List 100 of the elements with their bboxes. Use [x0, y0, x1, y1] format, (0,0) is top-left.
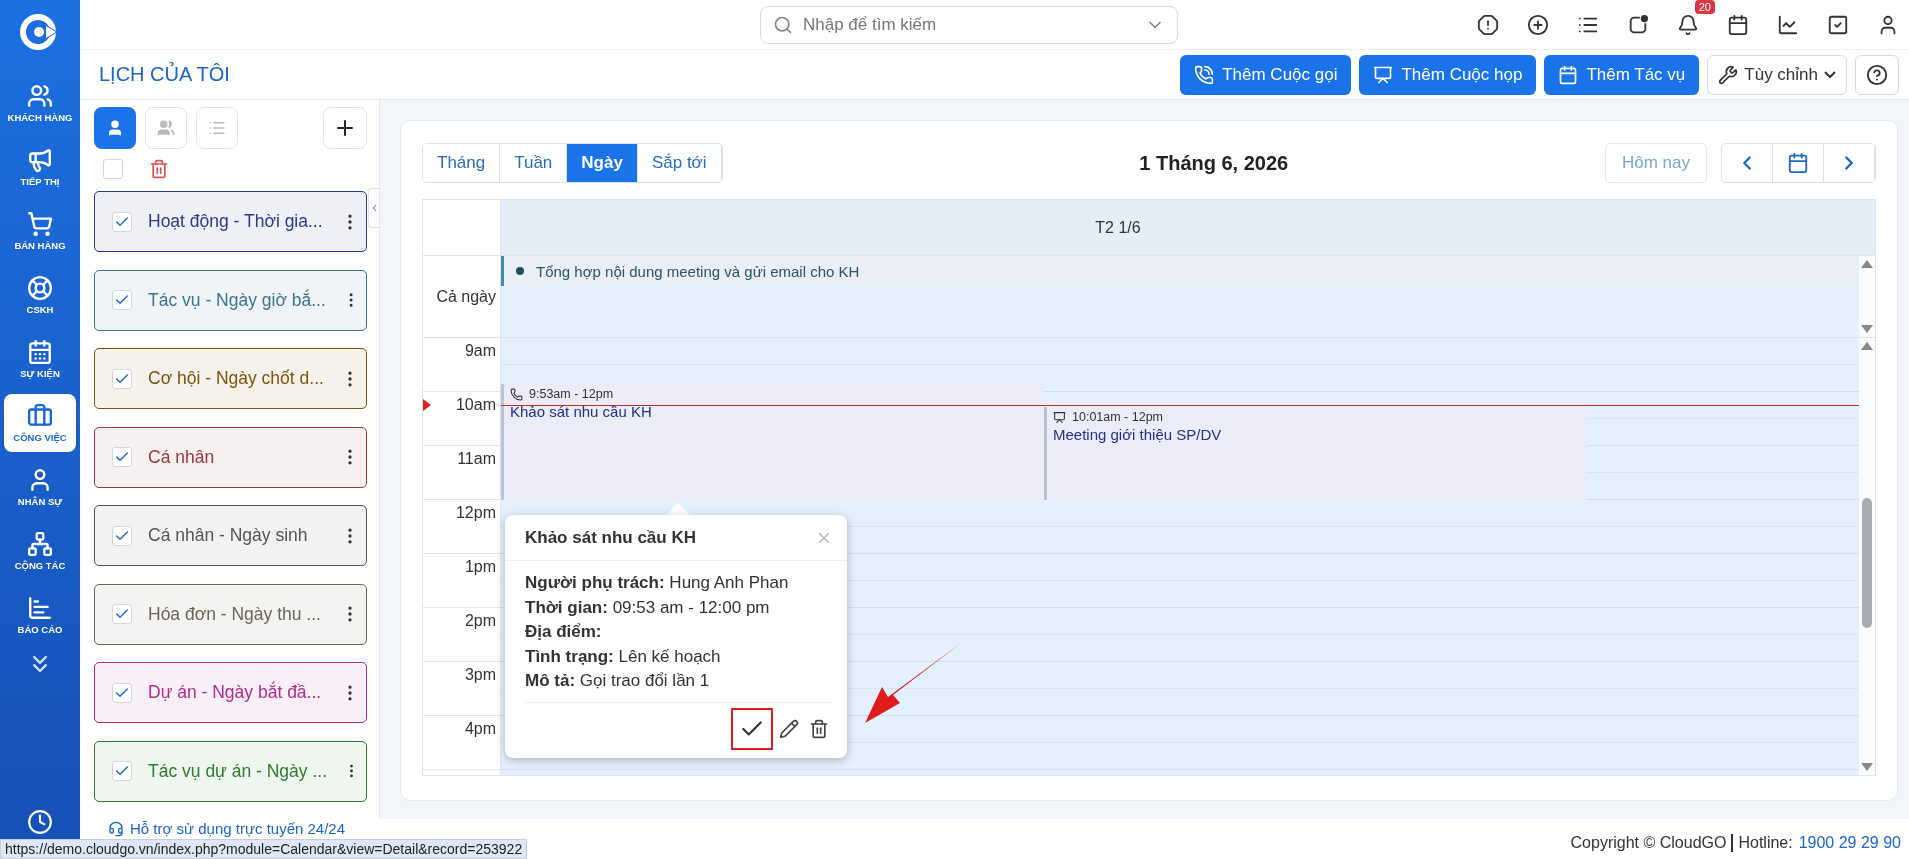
view-tab[interactable]: Ngày — [567, 144, 638, 182]
mark-done-button[interactable] — [731, 707, 773, 750]
add-action-button[interactable]: Thêm Tác vụ — [1544, 54, 1700, 95]
scroll-down-icon[interactable] — [1861, 763, 1873, 771]
user-icon — [106, 119, 124, 137]
detail-line: Mô tả: Gọi trao đổi lần 1 — [525, 670, 711, 692]
select-all-checkbox[interactable] — [103, 159, 123, 179]
add-action-button[interactable]: Thêm Cuộc họp — [1359, 54, 1537, 95]
clock-icon[interactable] — [27, 809, 53, 835]
calendar-checkbox[interactable] — [112, 761, 132, 781]
url-tooltip: https://demo.cloudgo.vn/index.php?module=Calendar&view=Detail&record=253922 — [0, 839, 528, 859]
scroll-down-icon[interactable] — [1861, 325, 1873, 333]
view-toggle-button[interactable] — [94, 107, 136, 149]
detail-line: Tình trạng: Lên kế hoạch — [525, 645, 722, 668]
hour-label: 11am — [423, 446, 500, 500]
calendar-icon — [27, 339, 53, 365]
view-toggle-button[interactable] — [145, 107, 187, 149]
list-icon — [208, 119, 226, 137]
detail-line: Địa điểm: — [525, 621, 603, 643]
view-toggle-button[interactable] — [196, 107, 238, 149]
help-button[interactable] — [1855, 54, 1899, 95]
scroll-thumb[interactable] — [1862, 498, 1872, 628]
calendar-checkbox[interactable] — [112, 447, 132, 467]
nav-item[interactable]: CÔNG VIỆC — [4, 394, 76, 452]
calendar-checkbox[interactable] — [112, 525, 132, 546]
nav-item[interactable]: CSKH — [4, 266, 76, 324]
calendar-icon — [1558, 64, 1579, 85]
notification-count: 20 — [1694, 0, 1715, 14]
calendar-title: 1 Tháng 6, 2026 — [1138, 151, 1290, 175]
hour-label: 1pm — [423, 554, 500, 608]
bell-icon — [1677, 13, 1699, 36]
customize-button[interactable]: Tùy chỉnh — [1707, 54, 1847, 95]
event-time: 10:01am - 12pm — [1072, 410, 1164, 424]
users-icon — [27, 83, 53, 109]
plus-icon — [1527, 13, 1549, 36]
pencil-icon — [779, 718, 799, 739]
line-chart-icon — [1777, 13, 1799, 36]
delete-icon[interactable] — [149, 159, 169, 179]
page-title: LỊCH CỦA TÔI — [99, 63, 230, 86]
nav-item[interactable]: KHÁCH HÀNG — [4, 74, 76, 132]
search-icon — [773, 14, 793, 35]
calendar-item[interactable]: Cơ hội - Ngày chốt d... — [94, 348, 367, 409]
view-tab[interactable]: Tháng — [423, 144, 501, 182]
calendar-checkbox[interactable] — [112, 682, 132, 703]
calendar-checkbox[interactable] — [112, 211, 132, 232]
dot-icon — [516, 267, 524, 275]
nav-item[interactable]: BÁN HÀNG — [4, 202, 76, 260]
add-action-button[interactable]: Thêm Cuộc gọi — [1180, 54, 1352, 95]
org-chart-icon — [27, 531, 53, 557]
scrollbar[interactable] — [1859, 256, 1875, 337]
current-time-marker — [423, 399, 431, 411]
calendar-item[interactable]: Tác vụ - Ngày giờ bắ... — [94, 269, 367, 331]
nav-item[interactable]: SỰ KIỆN — [4, 330, 76, 388]
calendar-checkbox[interactable] — [112, 290, 132, 310]
day-header: T2 1/6 — [501, 200, 1875, 256]
calendar-checkbox[interactable] — [112, 368, 132, 389]
calendar-name: Hóa đơn - Ngày thu ... — [148, 603, 322, 625]
calendar-name: Tác vụ - Ngày giờ bắ... — [148, 289, 326, 311]
nav-item[interactable]: CỘNG TÁC — [4, 522, 76, 580]
event-title: Meeting giới thiệu SP/DV — [1053, 426, 1223, 443]
hour-label: 2pm — [423, 608, 500, 662]
scroll-up-icon[interactable] — [1861, 342, 1873, 350]
calendar-name: Cá nhân — [148, 446, 216, 468]
calendar-item[interactable]: Hóa đơn - Ngày thu ... — [94, 583, 367, 645]
nav-item[interactable]: TIẾP THỊ — [4, 138, 76, 196]
nav-item[interactable]: BÁO CÁO — [4, 586, 76, 644]
calendar-name: Cá nhân - Ngày sinh — [148, 525, 309, 546]
help-icon — [1866, 63, 1888, 86]
calendar-item[interactable]: Dự án - Ngày bắt đầ... — [94, 662, 367, 723]
calendar-item[interactable]: Cá nhân — [94, 426, 367, 488]
hotline-label: Hotline: — [1738, 834, 1793, 852]
search-input[interactable]: Nhập để tìm kiếm — [801, 13, 1137, 36]
add-calendar-button[interactable] — [323, 107, 367, 149]
detail-line: Thời gian: 09:53 am - 12:00 pm — [525, 596, 771, 619]
support-link[interactable]: Hỗ trợ sử dụng trực tuyến 24/24 — [108, 820, 346, 837]
calendar-item[interactable]: Cá nhân - Ngày sinh — [94, 505, 367, 566]
calendar-icon — [1787, 152, 1809, 174]
calendar-name: Cơ hội - Ngày chốt d... — [148, 368, 324, 389]
checkbox-icon — [1827, 13, 1849, 36]
phone-icon — [1194, 64, 1215, 85]
copyright-text: Copyright © CloudGO — [1570, 834, 1734, 852]
calendar-checkbox[interactable] — [112, 604, 132, 624]
app-badge-icon — [1627, 13, 1649, 36]
all-day-event[interactable]: Tổng hợp nội dung meeting và gửi email cho KH — [501, 256, 1857, 286]
wrench-icon — [1718, 64, 1739, 85]
users-icon — [157, 119, 175, 137]
nav-item[interactable]: NHÂN SỰ — [4, 458, 76, 516]
megaphone-icon — [27, 147, 53, 173]
lifebuoy-icon — [27, 275, 53, 301]
calendar-item[interactable]: Hoạt động - Thời gia... — [94, 191, 367, 252]
search-field[interactable]: Nhập để tìm kiếm — [760, 5, 1178, 44]
scroll-up-icon[interactable] — [1861, 260, 1873, 268]
hotline-link[interactable]: 1900 29 29 90 — [1798, 834, 1901, 852]
chevron-down-icon — [1824, 70, 1836, 79]
calendar-event[interactable]: 9:53am - 12pm Khảo sát nhu cầu KH — [501, 384, 1044, 500]
event-time: 9:53am - 12pm — [529, 387, 614, 401]
detail-line: Người phụ trách: Hung Anh Phan — [525, 572, 790, 594]
cart-icon — [27, 211, 53, 237]
calendar-item[interactable]: Tác vụ dự án - Ngày ... — [94, 740, 367, 802]
calendar-event[interactable]: 10:01am - 12pm Meeting giới thiệu SP/DV — [1044, 407, 1587, 500]
